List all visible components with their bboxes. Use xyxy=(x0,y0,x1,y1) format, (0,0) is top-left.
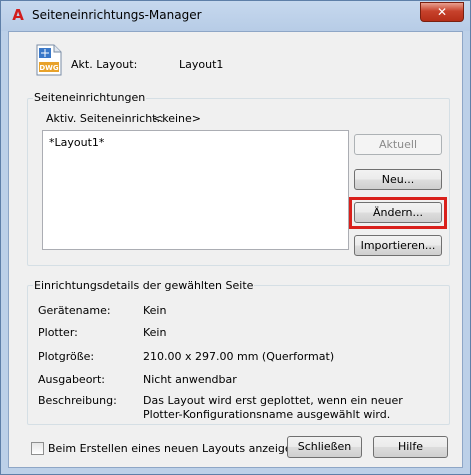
title-bar[interactable]: A Seiteneinrichtungs-Manager ✕ xyxy=(1,1,470,31)
plotter-value: Kein xyxy=(143,326,167,339)
new-button[interactable]: Neu... xyxy=(354,169,442,190)
plot-size-value: 210.00 x 297.00 mm (Querformat) xyxy=(143,350,335,363)
close-icon: ✕ xyxy=(436,5,448,19)
dwg-file-icon: DWG xyxy=(36,44,62,76)
page-setup-manager-dialog: A Seiteneinrichtungs-Manager ✕ DWG Akt. … xyxy=(0,0,471,475)
description-value-line1: Das Layout wird erst geplottet, wenn ein… xyxy=(143,394,403,407)
page-setups-listbox[interactable]: *Layout1* xyxy=(42,130,349,250)
window-close-button[interactable]: ✕ xyxy=(420,2,464,22)
show-on-new-layout-checkbox[interactable] xyxy=(31,442,44,455)
active-page-setup-label: Aktiv. Seiteneinricht.: xyxy=(46,112,164,125)
window-title: Seiteneinrichtungs-Manager xyxy=(32,8,202,22)
output-location-value: Nicht anwendbar xyxy=(143,373,237,386)
close-button[interactable]: Schließen xyxy=(287,436,362,458)
device-name-label: Gerätename: xyxy=(38,304,111,317)
output-location-label: Ausgabeort: xyxy=(38,373,105,386)
plotter-label: Plotter: xyxy=(38,326,78,339)
current-layout-value: Layout1 xyxy=(179,58,224,71)
show-on-new-layout-label[interactable]: Beim Erstellen eines neuen Layouts anzei… xyxy=(48,442,299,455)
plot-size-label: Plotgröße: xyxy=(38,350,95,363)
list-item[interactable]: *Layout1* xyxy=(49,136,104,149)
active-page-setup-value: <keine> xyxy=(153,112,201,125)
description-value-line2: Plotter-Konfigurationsname ausgewählt wi… xyxy=(143,408,391,421)
help-button[interactable]: Hilfe xyxy=(373,436,448,458)
dialog-client-area: DWG Akt. Layout: Layout1 Seiteneinrichtu… xyxy=(8,31,463,468)
description-label: Beschreibung: xyxy=(38,394,117,407)
page-setup-details-group-title: Einrichtungsdetails der gewählten Seite xyxy=(33,279,255,292)
device-name-value: Kein xyxy=(143,304,167,317)
dwg-icon-text: DWG xyxy=(39,64,59,72)
autocad-app-icon[interactable]: A xyxy=(10,7,26,23)
modify-button[interactable]: Ändern... xyxy=(354,202,442,223)
current-layout-label: Akt. Layout: xyxy=(71,58,138,71)
page-setups-group-title: Seiteneinrichtungen xyxy=(33,91,147,104)
set-current-button[interactable]: Aktuell xyxy=(354,134,442,155)
import-button[interactable]: Importieren... xyxy=(354,235,442,256)
